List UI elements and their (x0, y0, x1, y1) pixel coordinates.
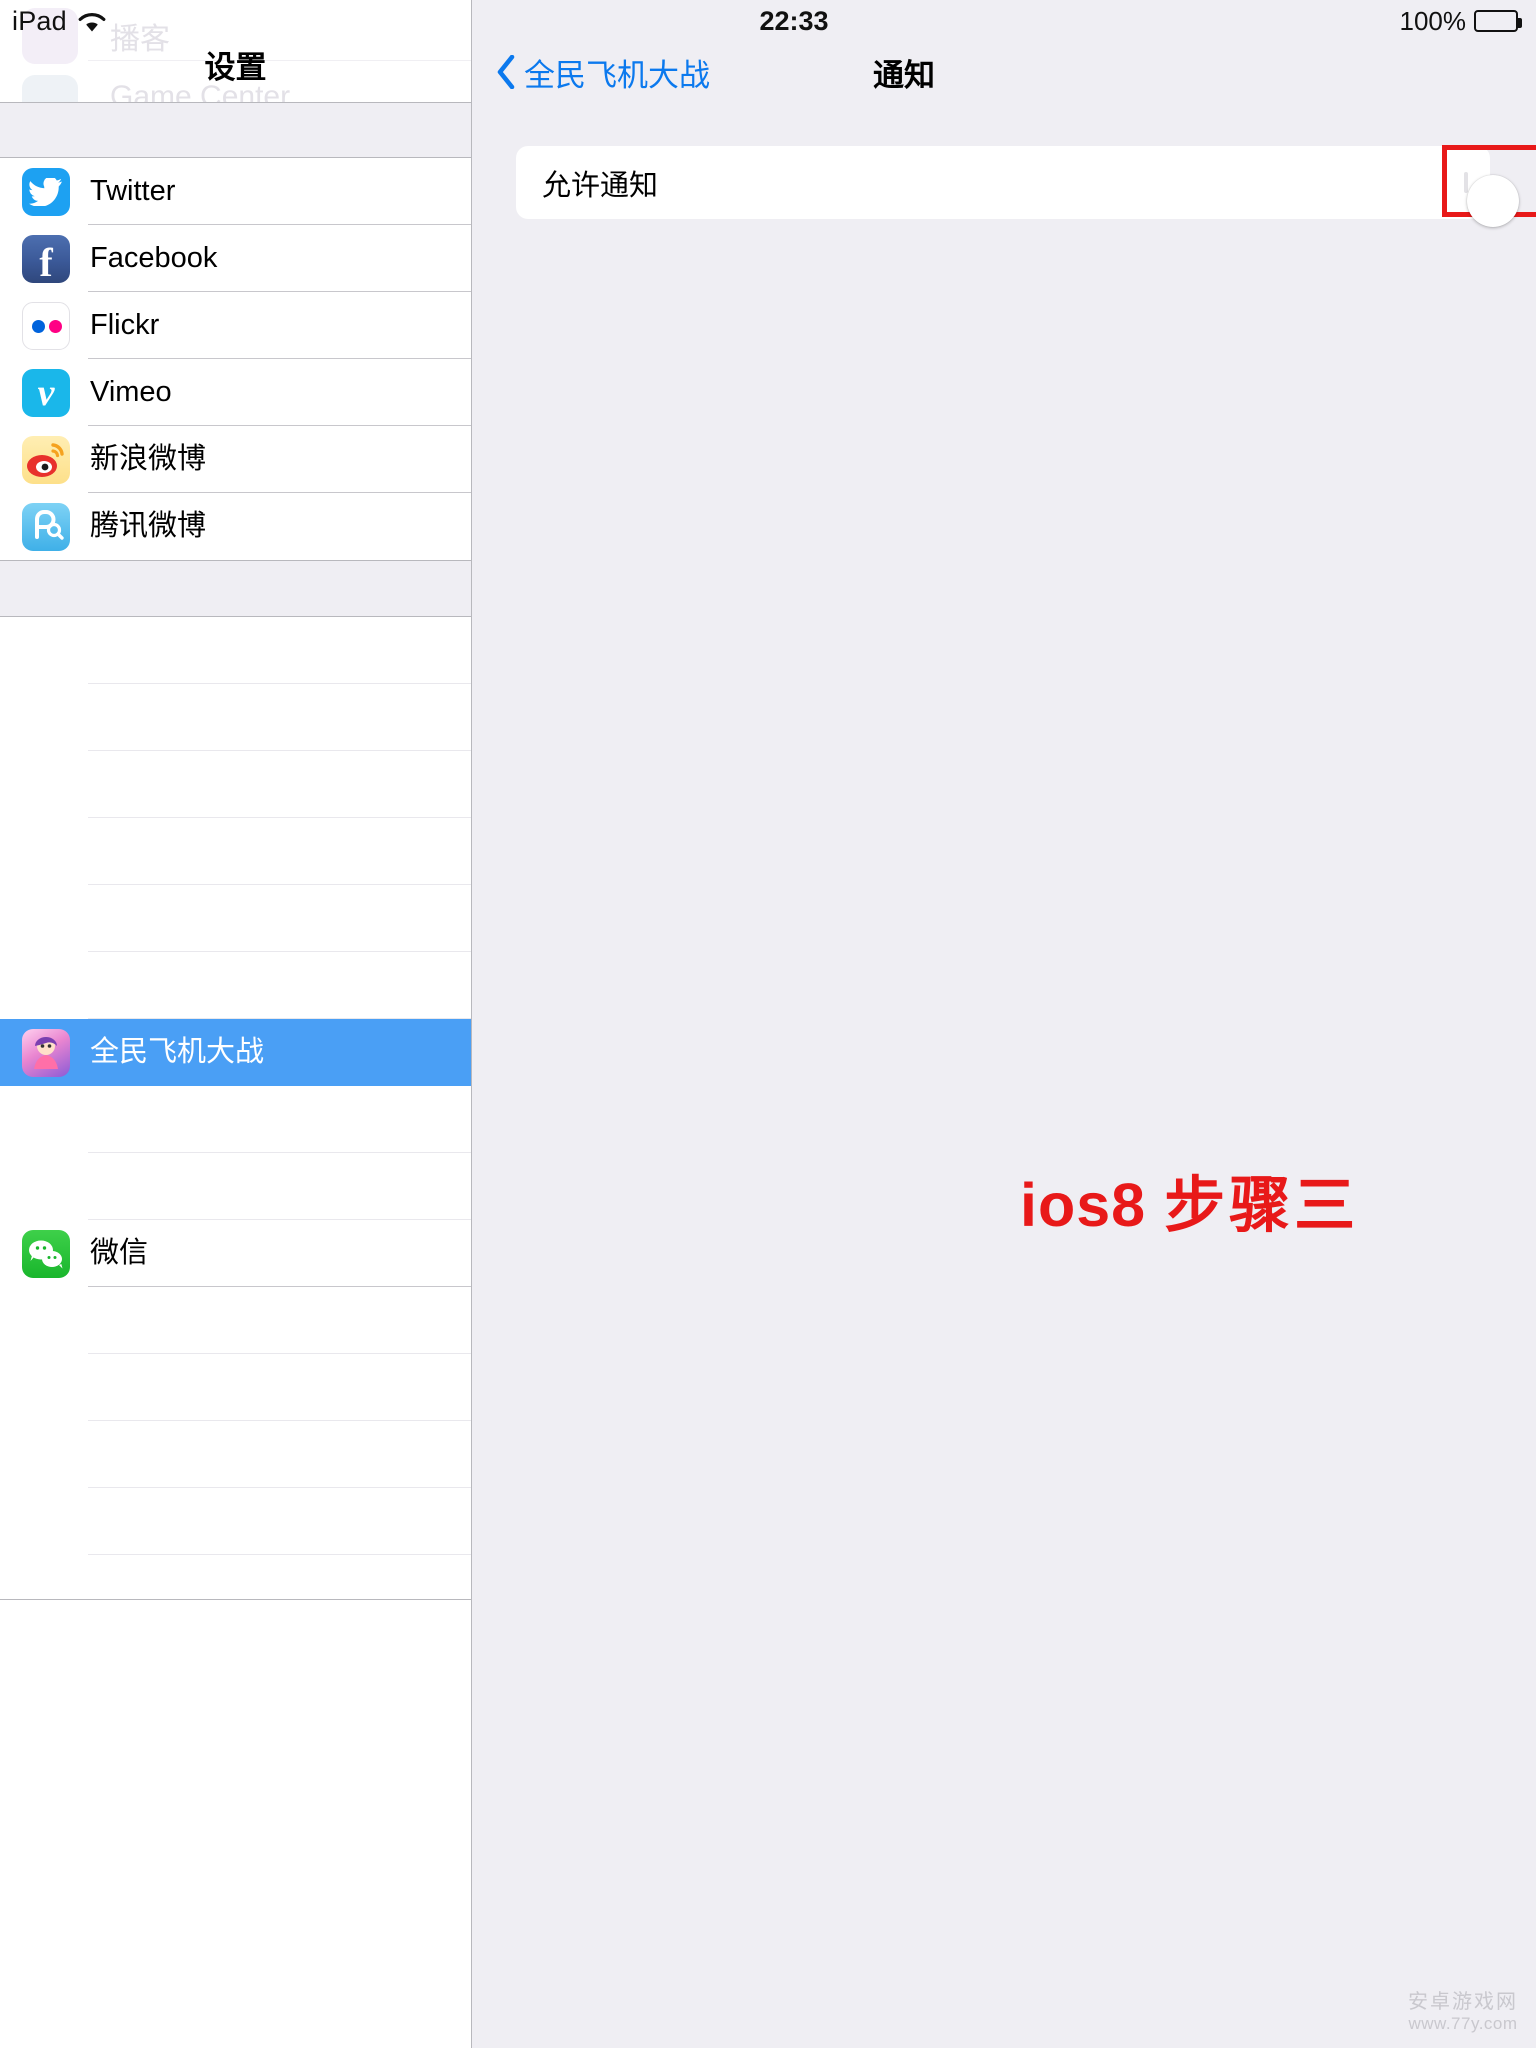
sidebar-divider-bottom (0, 1599, 471, 1600)
settings-sidebar: 播客 Game Center iPad 设置 Twitter f Faceboo… (0, 0, 472, 2048)
sidebar-section-gap-mid (0, 561, 471, 616)
sidebar-status-bar: iPad (0, 0, 471, 42)
facebook-icon: f (22, 234, 70, 283)
app-icon (22, 1431, 70, 1479)
sidebar-item-twitter[interactable]: Twitter (0, 158, 471, 225)
app-icon (22, 1297, 70, 1345)
watermark-line-1: 安卓游戏网 (1408, 1991, 1518, 2014)
vimeo-icon: v (22, 368, 70, 417)
list-item[interactable] (0, 1086, 471, 1153)
battery-full-icon (1474, 10, 1522, 32)
game-app-icon (22, 1028, 70, 1077)
app-icon (22, 1364, 70, 1412)
list-item[interactable] (0, 1287, 471, 1354)
app-icon (22, 761, 70, 809)
list-item[interactable] (0, 1488, 471, 1555)
sidebar-item-wechat[interactable]: 微信 (0, 1220, 471, 1287)
app-icon (22, 694, 70, 742)
list-item[interactable] (0, 885, 471, 952)
page-title: 设置 (204, 50, 267, 85)
step-annotation: ios8 步骤三 (1020, 1155, 1359, 1244)
flickr-dot-blue (32, 319, 45, 333)
watermark: 安卓游戏网 www.77y.com (1408, 1991, 1518, 2034)
allow-notifications-row[interactable]: 允许通知 (516, 144, 1536, 227)
allow-notifications-switch-wrap (1442, 144, 1536, 227)
list-item[interactable] (0, 1421, 471, 1488)
sidebar-item-vimeo[interactable]: v Vimeo (0, 359, 471, 426)
sidebar-item-flickr[interactable]: Flickr (0, 292, 471, 359)
allow-notifications-toggle[interactable] (1464, 171, 1519, 227)
sidebar-divider-c (0, 616, 471, 617)
detail-status-bar: 22:33 100% (472, 0, 1536, 42)
tencent-weibo-icon (22, 502, 70, 551)
sidebar-item-facebook[interactable]: f Facebook (0, 225, 471, 292)
app-icon (22, 627, 70, 675)
sidebar-title-bar: 设置 (0, 42, 471, 102)
sidebar-section-social: Twitter f Facebook Flickr v Vimeo 新浪微博 腾… (0, 158, 471, 560)
twitter-icon (22, 167, 70, 216)
wifi-icon (77, 10, 107, 32)
app-icon (22, 828, 70, 876)
app-icon (22, 962, 70, 1010)
list-item[interactable] (0, 617, 471, 684)
list-item[interactable] (0, 952, 471, 1019)
flickr-icon (22, 301, 70, 350)
app-icon (22, 1498, 70, 1546)
notifications-detail-panel: 22:33 100% 全民飞机大战 通知 允许通知 ios8 步骤三 安卓游戏网… (472, 0, 1536, 2048)
toggle-knob (1467, 174, 1519, 227)
step-annotation-cn: 步骤三 (1164, 1171, 1360, 1239)
sidebar-item-label: Facebook (90, 242, 218, 274)
wechat-icon (22, 1229, 70, 1278)
list-item[interactable] (0, 1354, 471, 1421)
sidebar-item-label: Vimeo (90, 376, 172, 408)
list-item[interactable] (0, 818, 471, 885)
sidebar-section-gap-top (0, 103, 471, 157)
app-icon (22, 1163, 70, 1211)
row-divider (88, 1554, 471, 1555)
allow-notifications-label: 允许通知 (542, 169, 659, 202)
sidebar-section-apps: 全民飞机大战 微信 (0, 617, 471, 1555)
list-item[interactable] (0, 751, 471, 818)
battery-percent-label: 100% (1399, 5, 1467, 36)
list-item[interactable] (0, 1153, 471, 1220)
step-annotation-en: ios8 (1020, 1171, 1147, 1239)
battery-cap (1518, 18, 1522, 28)
sidebar-divider-a (0, 157, 471, 158)
watermark-line-2: www.77y.com (1408, 2014, 1518, 2034)
app-icon (22, 895, 70, 943)
sidebar-item-label: 新浪微博 (90, 443, 207, 475)
sidebar-item-selected-app[interactable]: 全民飞机大战 (0, 1019, 471, 1086)
device-label: iPad (12, 5, 67, 36)
sidebar-item-sina-weibo[interactable]: 新浪微博 (0, 426, 471, 493)
flickr-dot-pink (49, 319, 62, 333)
sina-weibo-icon (22, 435, 70, 484)
sidebar-item-tencent-weibo[interactable]: 腾讯微博 (0, 493, 471, 560)
list-item[interactable] (0, 684, 471, 751)
sidebar-item-label: Flickr (90, 309, 160, 341)
sidebar-item-label: 全民飞机大战 (90, 1036, 265, 1068)
ipad-settings-screen: 播客 Game Center iPad 设置 Twitter f Faceboo… (0, 0, 1536, 2048)
sidebar-item-label: 腾讯微博 (90, 510, 207, 542)
app-icon (22, 1096, 70, 1144)
sidebar-item-label: Twitter (90, 175, 176, 207)
sidebar-item-label: 微信 (90, 1237, 149, 1269)
detail-nav-bar: 全民飞机大战 通知 (472, 42, 1536, 102)
battery-status: 100% (1399, 5, 1522, 37)
